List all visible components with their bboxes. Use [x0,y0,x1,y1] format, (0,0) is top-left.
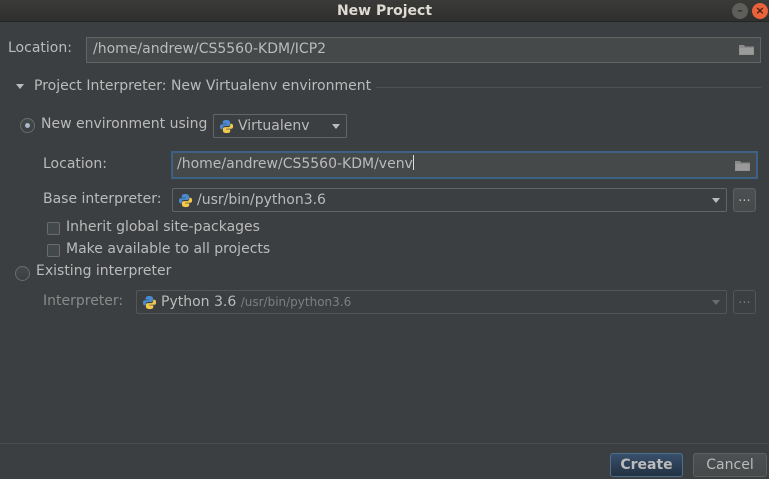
collapse-arrow-icon[interactable] [16,84,24,89]
interpreter-label: Interpreter: [43,293,124,309]
new-environment-radio[interactable] [20,118,35,133]
make-available-label[interactable]: Make available to all projects [66,241,270,257]
existing-interpreter-radio[interactable] [15,266,30,281]
project-location-value: /home/andrew/CS5560-KDM/ICP2 [93,41,327,57]
footer-divider [0,443,769,444]
inherit-site-packages-label[interactable]: Inherit global site-packages [66,219,260,235]
python-icon [142,295,157,310]
inherit-site-packages-checkbox[interactable] [47,222,60,235]
title-bar: New Project – × [0,0,769,22]
existing-interpreter-label[interactable]: Existing interpreter [36,263,171,279]
existing-interpreter-select[interactable]: Python 3.6 /usr/bin/python3.6 [136,290,727,314]
existing-interpreter-text: Python 3.6 /usr/bin/python3.6 [161,294,351,310]
base-interpreter-select[interactable]: /usr/bin/python3.6 [172,188,727,212]
new-environment-label[interactable]: New environment using [41,116,207,132]
base-interpreter-label: Base interpreter: [43,191,162,207]
browse-base-interpreter-button[interactable]: ... [733,188,756,212]
python-icon [219,119,234,134]
base-interpreter-value: /usr/bin/python3.6 [197,192,326,208]
make-available-checkbox[interactable] [47,244,60,257]
chevron-down-icon [712,300,720,305]
minimize-icon[interactable]: – [732,3,748,19]
cancel-button[interactable]: Cancel [693,453,767,477]
create-button[interactable]: Create [610,453,683,477]
folder-icon[interactable] [735,160,750,171]
location-label: Location: [8,40,72,56]
browse-existing-interpreter-button[interactable]: ... [733,290,756,314]
python-icon [178,193,193,208]
venv-location-label: Location: [43,156,107,172]
existing-interpreter-path: /usr/bin/python3.6 [240,295,352,309]
venv-location-value: /home/andrew/CS5560-KDM/venv [177,156,413,172]
text-caret [412,155,414,170]
interpreter-section-title[interactable]: Project Interpreter: New Virtualenv envi… [34,78,371,94]
existing-interpreter-name: Python 3.6 [161,294,237,310]
environment-tool-select[interactable]: Virtualenv [213,114,347,138]
section-divider [376,87,761,88]
folder-icon[interactable] [739,44,754,55]
environment-tool-value: Virtualenv [238,118,310,134]
chevron-down-icon [712,198,720,203]
venv-location-text: /home/andrew/CS5560-KDM/venv [177,155,414,172]
venv-location-field[interactable]: /home/andrew/CS5560-KDM/venv [171,151,758,179]
window-title: New Project [336,3,433,19]
project-location-field[interactable]: /home/andrew/CS5560-KDM/ICP2 [86,37,761,63]
close-icon[interactable]: × [752,3,768,19]
chevron-down-icon [332,124,340,129]
